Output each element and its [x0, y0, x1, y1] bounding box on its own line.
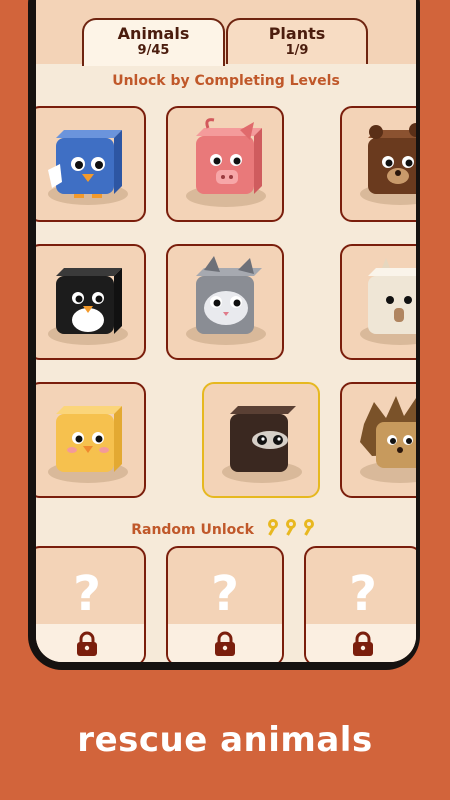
- animal-card-pig[interactable]: [166, 106, 284, 222]
- penguin-icon: [48, 268, 128, 345]
- lock-icon: [215, 631, 235, 656]
- animal-card-penguin[interactable]: [36, 244, 146, 360]
- random-unlock-row: Random Unlock: [36, 518, 416, 538]
- lock-icon: [353, 631, 373, 656]
- lock-icon: [77, 631, 97, 656]
- sheep-icon: [360, 258, 416, 345]
- chick-icon: [48, 406, 128, 483]
- lock-bar: [36, 624, 144, 662]
- key-icon: [267, 519, 314, 536]
- promo-caption: rescue animals: [77, 720, 373, 760]
- collection-screen: Animals 9/45 Plants 1/9 Unlock by Comple…: [36, 0, 416, 662]
- question-mark: ?: [349, 566, 377, 622]
- tab-animals-count: 9/45: [137, 43, 170, 58]
- tab-plants-label: Plants: [268, 24, 326, 43]
- animal-card-raccoon[interactable]: [202, 382, 320, 498]
- animal-card-cat[interactable]: [166, 244, 284, 360]
- locked-slot-1[interactable]: ?: [36, 546, 146, 662]
- hedgehog-icon: [360, 396, 416, 483]
- question-mark: ?: [211, 566, 239, 622]
- question-mark: ?: [73, 566, 101, 622]
- animal-card-chick[interactable]: [36, 382, 146, 498]
- animal-card-sheep[interactable]: [340, 244, 416, 360]
- pig-icon: [186, 118, 266, 207]
- tab-plants-count: 1/9: [285, 43, 309, 58]
- cat-icon: [186, 256, 266, 345]
- bear-icon: [360, 123, 416, 205]
- lock-bar: [306, 624, 416, 662]
- tab-animals-label: Animals: [117, 24, 190, 43]
- animal-card-bird[interactable]: [36, 106, 146, 222]
- tab-bar: Animals 9/45 Plants 1/9: [36, 0, 416, 66]
- locked-slot-3[interactable]: ?: [304, 546, 416, 662]
- animal-card-hedgehog[interactable]: [340, 382, 416, 498]
- locked-slot-2[interactable]: ?: [166, 546, 284, 662]
- random-unlock-title: Random Unlock: [131, 522, 254, 538]
- raccoon-icon: [222, 406, 302, 483]
- tab-plants[interactable]: Plants 1/9: [226, 18, 368, 64]
- unlock-by-levels-title: Unlock by Completing Levels: [112, 73, 340, 89]
- animal-card-bear[interactable]: [340, 106, 416, 222]
- bird-icon: [48, 130, 128, 205]
- tab-animals[interactable]: Animals 9/45: [82, 18, 225, 66]
- lock-bar: [168, 624, 282, 662]
